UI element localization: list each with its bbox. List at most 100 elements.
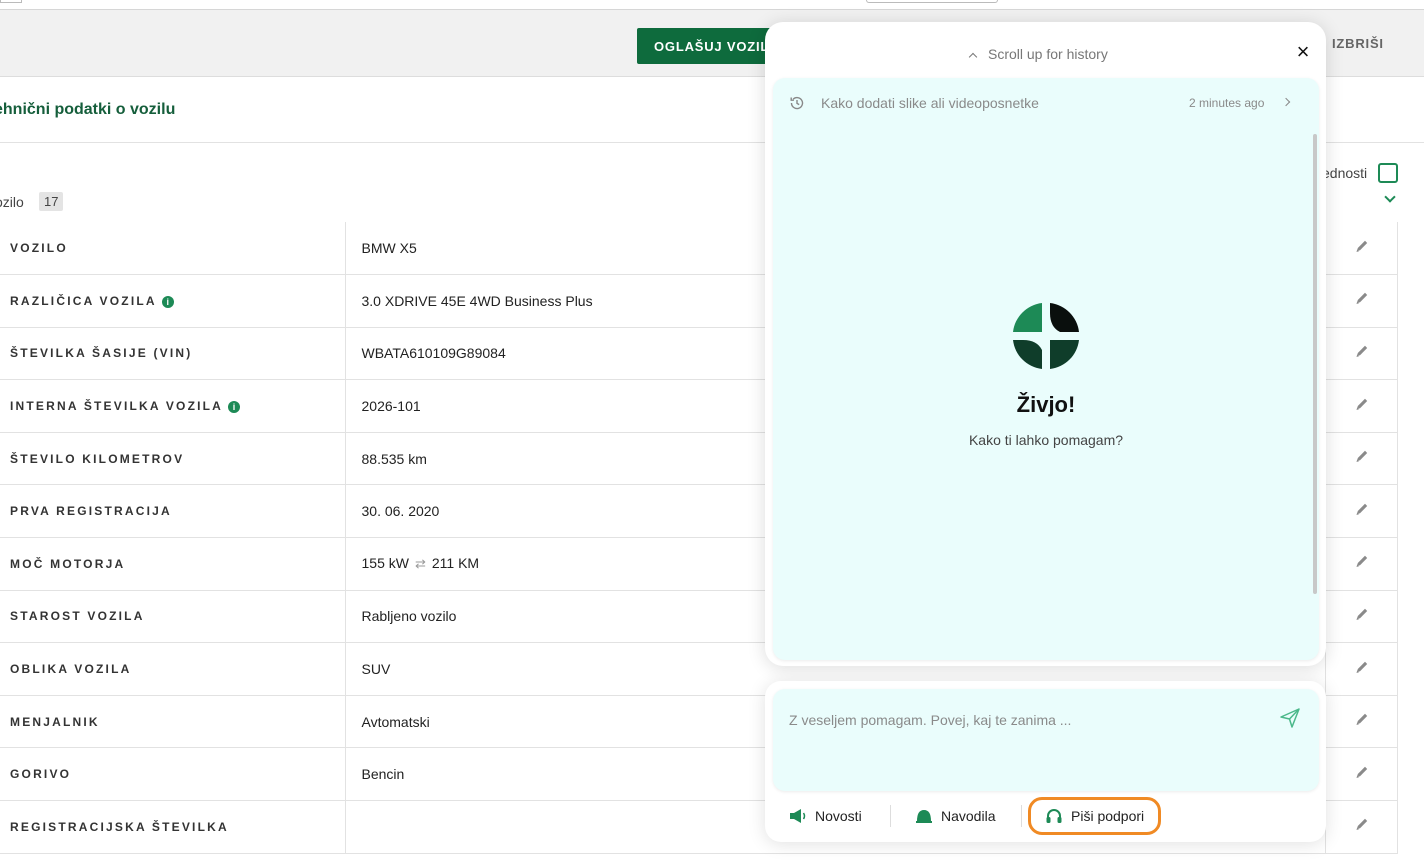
row-key: ŠTEVILO KILOMETROV [0,432,346,486]
row-key: INTERNA ŠTEVILKA VOZILA i [0,379,346,433]
swap-icon: ⇄ [414,556,426,572]
news-button[interactable]: Novosti [789,797,862,835]
row-value: 3.0 XDRIVE 45E 4WD Business Plus [361,292,593,309]
chat-widget: Scroll up for history × Kako dodati slik… [765,22,1326,666]
footer-divider [890,805,891,827]
row-edit-cell [1325,537,1398,591]
edit-pencil-icon[interactable] [1354,448,1370,464]
row-edit-cell [1325,747,1398,802]
row-edit-cell [1325,274,1398,328]
scroll-hint-text: Scroll up for history [988,46,1108,62]
row-value: 30. 06. 2020 [361,503,440,520]
info-icon[interactable]: i [228,400,241,413]
history-item[interactable]: Kako dodati slike ali videoposnetke 2 mi… [773,78,1319,128]
send-icon[interactable] [1279,707,1301,729]
guides-button[interactable]: Navodila [915,797,995,835]
edit-pencil-icon[interactable] [1354,290,1370,306]
row-edit-cell [1325,484,1398,539]
row-key-label: ŠTEVILO KILOMETROV [10,451,185,466]
row-value: 2026-101 [361,398,421,415]
row-edit-cell [1325,590,1398,644]
row-value: 88.535 km [361,450,427,467]
message-input[interactable] [789,709,1259,731]
support-label: Piši podpori [1071,808,1145,824]
row-value: Rabljeno vozilo [361,608,457,625]
row-edit-cell [1325,327,1398,381]
edit-pencil-icon[interactable] [1354,816,1370,832]
row-key-label: ŠTEVILKA ŠASIJE (VIN) [10,346,193,361]
row-edit-cell [1325,642,1398,696]
edit-pencil-icon[interactable] [1354,396,1370,412]
close-chat-button[interactable]: × [1293,41,1313,63]
top-search-field[interactable] [866,0,998,3]
edit-pencil-icon[interactable] [1354,659,1370,675]
info-icon[interactable]: i [161,295,174,308]
row-key-label: RAZLIČICA VOZILA [10,293,157,308]
brand-logo-icon [1013,303,1079,369]
row-key: VOZILO [0,222,346,276]
row-key: OBLIKA VOZILA [0,642,346,696]
row-key: GORIVO [0,747,346,802]
footer-divider [1021,805,1022,827]
scroll-up-history[interactable]: Scroll up for history [968,46,1108,62]
count-badge: 17 [39,192,64,211]
row-value: SUV [361,661,391,678]
row-key-label: OBLIKA VOZILA [10,662,132,677]
row-key: MOČ MOTORJA [0,537,346,591]
toggle-label: ednosti [1322,165,1368,181]
history-time: 2 minutes ago [1189,96,1265,110]
row-key-label: INTERNA ŠTEVILKA VOZILA [10,399,224,414]
row-value: Avtomatski [361,713,430,730]
row-key: MENJALNIK [0,695,346,749]
row-edit-cell [1325,222,1398,276]
message-box [773,689,1319,791]
guides-label: Navodila [941,808,996,824]
row-key-label: GORIVO [10,767,72,782]
row-value: Bencin [361,766,405,783]
history-title: Kako dodati slike ali videoposnetke [821,95,1039,111]
edit-pencil-icon[interactable] [1354,711,1370,727]
megaphone-icon [790,809,806,823]
row-key-label: MENJALNIK [10,714,100,729]
row-key-label: MOČ MOTORJA [10,556,126,571]
delete-button[interactable]: IZBRIŠI [1332,36,1384,51]
greeting-title: Živjo! [1016,392,1076,417]
edit-pencil-icon[interactable] [1354,606,1370,622]
news-label: Novosti [815,808,862,824]
edit-pencil-icon[interactable] [1354,764,1370,780]
greeting-subtitle: Kako ti lahko pomagam? [968,432,1124,448]
row-edit-cell [1325,379,1398,433]
chat-scrollbar[interactable] [1313,134,1317,594]
edit-pencil-icon[interactable] [1354,553,1370,569]
write-support-button[interactable]: Piši podpori [1028,797,1162,835]
row-edit-cell [1325,800,1398,854]
row-key: STAROST VOZILA [0,590,346,644]
chevron-up-icon [968,52,978,62]
row-key-label: REGISTRACIJSKA ŠTEVILKA [10,819,229,834]
row-value: WBATA610109G89084 [361,345,506,362]
row-key: RAZLIČICA VOZILA i [0,274,346,328]
top-tab-left[interactable] [0,0,22,3]
top-strip [0,0,1424,10]
chevron-down-icon[interactable] [1384,191,1396,203]
show-values-checkbox[interactable] [1378,163,1398,183]
edit-pencil-icon[interactable] [1354,501,1370,517]
row-key: REGISTRACIJSKA ŠTEVILKA [0,800,346,854]
row-value: 155 kW [361,555,409,572]
row-key-label: VOZILO [10,241,68,256]
edit-pencil-icon[interactable] [1354,238,1370,254]
headset-icon [1046,809,1062,823]
row-key: ŠTEVILKA ŠASIJE (VIN) [0,327,346,381]
chat-area: Kako dodati slike ali videoposnetke 2 mi… [773,78,1319,660]
history-icon [790,96,804,110]
row-key-label: PRVA REGISTRACIJA [10,504,172,519]
chevron-right-icon [1281,97,1291,107]
chat-composer: Novosti Navodila Piši podpori [765,681,1326,842]
section-title: ehnični podatki o vozilu [0,101,176,118]
row-value: BMW X5 [361,240,417,257]
filter-label: ozilo [0,194,24,210]
row-key-label: STAROST VOZILA [10,609,145,624]
edit-pencil-icon[interactable] [1354,343,1370,359]
row-key: PRVA REGISTRACIJA [0,484,346,539]
row-edit-cell [1325,695,1398,749]
